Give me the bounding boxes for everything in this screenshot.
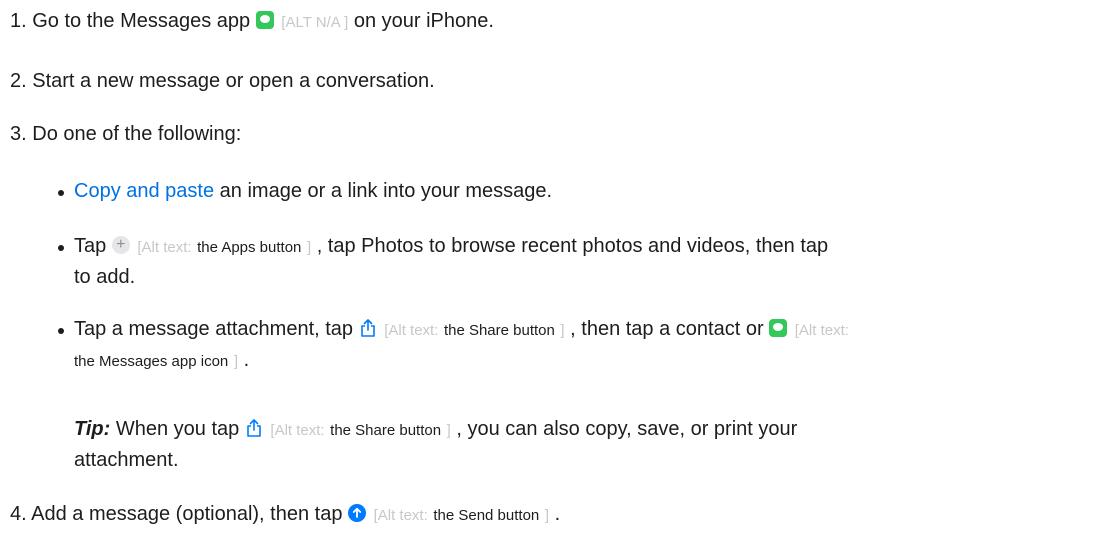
alt-text-body: the Apps button [197,239,302,256]
step-number: 2. [10,70,27,92]
tip-label: Tip: [74,418,111,440]
alt-text-suffix: ] [233,353,238,370]
bullet-1: Copy and paste an image or a link into y… [74,178,552,204]
step-number: 4. [10,503,27,525]
share-icon [245,418,263,438]
bullet-text: an image or a link into your message. [219,180,553,202]
plus-icon: + [111,235,130,254]
step-text: on your iPhone. [353,10,494,32]
step-text: Add a message (optional), then tap [31,503,343,525]
tip-text: When you tap [115,418,240,440]
alt-text-suffix: ] [306,239,312,256]
alt-text-prefix: [Alt text: [384,322,439,339]
messages-app-icon [255,10,274,29]
step-1: 1. Go to the Messages app [ALT N/A ] on … [10,8,494,36]
bullet-text: , tap Photos to browse recent photos and… [316,235,829,257]
alt-text-suffix: ] [544,507,549,524]
step-number: 1. [10,10,27,32]
tip-text: attachment. [74,449,179,471]
tip-text: , you can also copy, save, or print your [456,418,798,440]
bullet-dot [58,328,64,334]
alt-text-prefix: [Alt text: [373,507,428,524]
messages-app-icon [769,318,788,337]
step-2: 2. Start a new message or open a convers… [10,68,435,94]
bullet-text: , then tap a contact or [570,318,764,340]
alt-text-suffix: ] [560,322,565,339]
step-3: 3. Do one of the following: [10,121,241,147]
tip-line-2: attachment. [74,447,179,473]
alt-text-prefix: [Alt text: [794,322,849,339]
bullet-2: Tap + [Alt text: the Apps button ] , tap… [74,233,828,261]
copy-and-paste-link[interactable]: Copy and paste [74,180,214,202]
step-text: . [554,503,561,525]
bullet-dot [58,245,64,251]
tip: Tip: When you tap [Alt text: the Share b… [74,416,797,444]
alt-text-body: the Messages app icon [74,353,229,370]
bullet-text: Tap [74,235,107,257]
send-icon [348,503,367,522]
alt-text-body: the Share button [330,422,442,439]
bullet-dot [58,190,64,196]
step-4: 4. Add a message (optional), then tap [A… [10,501,560,529]
bullet-text: . [243,349,250,371]
step-text: Start a new message or open a conversati… [32,70,435,92]
bullet-text: to add. [74,266,136,288]
step-text: Go to the Messages app [32,10,251,32]
bullet-text: Tap a message attachment, tap [74,318,354,340]
alt-text-placeholder: [ALT N/A ] [281,14,349,31]
bullet-3: Tap a message attachment, tap [Alt text:… [74,316,849,344]
step-number: 3. [10,123,27,145]
bullet-2-line-2: to add. [74,264,135,290]
alt-text-prefix: [Alt text: [270,422,325,439]
bullet-3-line-2: the Messages app icon ] . [74,347,249,375]
alt-text-body: the Send button [433,507,540,524]
share-icon [359,318,377,338]
alt-text-prefix: [Alt text: [137,239,192,256]
alt-text-body: the Share button [443,322,555,339]
alt-text-suffix: ] [446,422,451,439]
step-text: Do one of the following: [32,123,242,145]
